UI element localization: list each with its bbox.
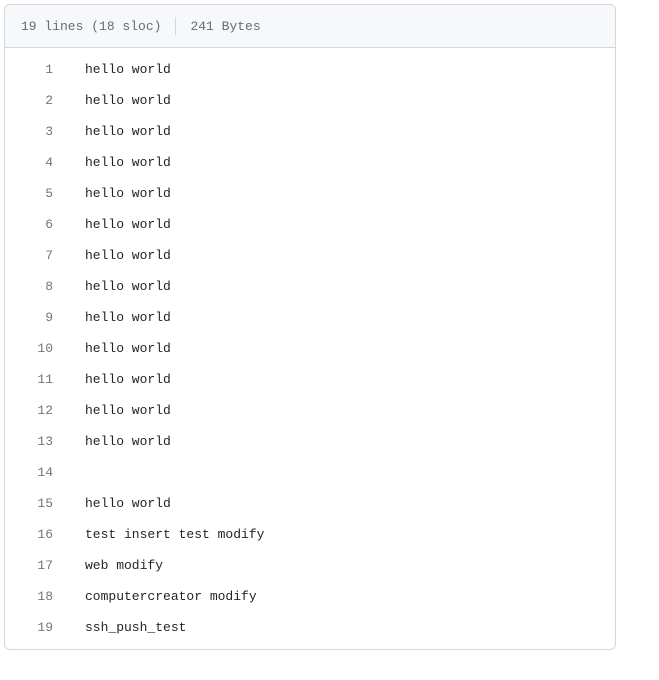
line-number[interactable]: 8 <box>5 276 75 297</box>
code-row: 4hello world <box>5 147 615 178</box>
file-lines-stat: 19 lines (18 sloc) <box>21 19 175 34</box>
line-number[interactable]: 19 <box>5 617 75 638</box>
line-number[interactable]: 6 <box>5 214 75 235</box>
line-content: hello world <box>75 152 171 173</box>
code-row: 8hello world <box>5 271 615 302</box>
code-row: 10hello world <box>5 333 615 364</box>
code-row: 14 <box>5 457 615 488</box>
line-content: hello world <box>75 245 171 266</box>
line-content: hello world <box>75 369 171 390</box>
line-content: hello world <box>75 90 171 111</box>
line-number[interactable]: 11 <box>5 369 75 390</box>
code-row: 3hello world <box>5 116 615 147</box>
line-content: hello world <box>75 400 171 421</box>
line-content: hello world <box>75 493 171 514</box>
code-row: 18computercreator modify <box>5 581 615 612</box>
line-content: ssh_push_test <box>75 617 186 638</box>
line-number[interactable]: 15 <box>5 493 75 514</box>
file-view-container: 19 lines (18 sloc) 241 Bytes 1hello worl… <box>4 4 616 650</box>
line-content: hello world <box>75 121 171 142</box>
line-number[interactable]: 17 <box>5 555 75 576</box>
line-content: hello world <box>75 276 171 297</box>
code-body: 1hello world2hello world3hello world4hel… <box>5 48 615 649</box>
line-content: computercreator modify <box>75 586 257 607</box>
code-row: 15hello world <box>5 488 615 519</box>
line-number[interactable]: 5 <box>5 183 75 204</box>
line-number[interactable]: 18 <box>5 586 75 607</box>
line-content: hello world <box>75 183 171 204</box>
line-content: hello world <box>75 307 171 328</box>
line-number[interactable]: 16 <box>5 524 75 545</box>
line-number[interactable]: 13 <box>5 431 75 452</box>
file-bytes-stat: 241 Bytes <box>176 19 260 34</box>
line-number[interactable]: 4 <box>5 152 75 173</box>
line-content: hello world <box>75 431 171 452</box>
code-row: 12hello world <box>5 395 615 426</box>
code-row: 9hello world <box>5 302 615 333</box>
code-row: 13hello world <box>5 426 615 457</box>
code-row: 17web modify <box>5 550 615 581</box>
line-number[interactable]: 1 <box>5 59 75 80</box>
line-content: hello world <box>75 59 171 80</box>
file-header: 19 lines (18 sloc) 241 Bytes <box>5 5 615 48</box>
code-row: 1hello world <box>5 54 615 85</box>
line-number[interactable]: 3 <box>5 121 75 142</box>
code-row: 7hello world <box>5 240 615 271</box>
code-row: 11hello world <box>5 364 615 395</box>
code-row: 6hello world <box>5 209 615 240</box>
line-number[interactable]: 12 <box>5 400 75 421</box>
code-row: 2hello world <box>5 85 615 116</box>
line-content: hello world <box>75 214 171 235</box>
line-content: test insert test modify <box>75 524 264 545</box>
code-row: 19ssh_push_test <box>5 612 615 643</box>
line-number[interactable]: 7 <box>5 245 75 266</box>
line-number[interactable]: 14 <box>5 462 75 483</box>
line-number[interactable]: 10 <box>5 338 75 359</box>
line-number[interactable]: 2 <box>5 90 75 111</box>
line-number[interactable]: 9 <box>5 307 75 328</box>
code-row: 16test insert test modify <box>5 519 615 550</box>
line-content: web modify <box>75 555 163 576</box>
code-row: 5hello world <box>5 178 615 209</box>
line-content: hello world <box>75 338 171 359</box>
